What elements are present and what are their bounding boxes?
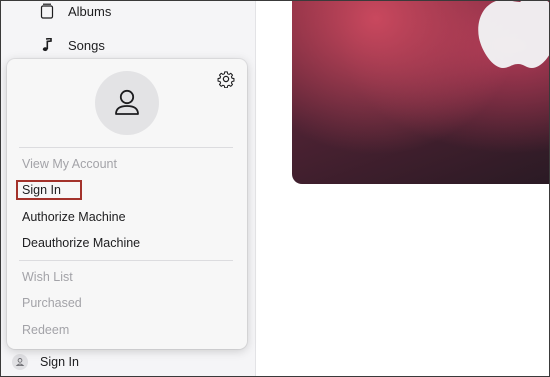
menu-item-deauthorize-machine[interactable]: Deauthorize Machine <box>22 234 140 252</box>
music-note-icon <box>36 38 58 52</box>
menu-item-redeem[interactable]: Redeem <box>22 321 69 339</box>
account-popover: View My Account Sign In Authorize Machin… <box>7 59 247 349</box>
sidebar-item-songs[interactable]: Songs <box>36 34 105 56</box>
hero-banner[interactable] <box>292 0 550 184</box>
divider <box>19 260 233 261</box>
menu-item-view-my-account[interactable]: View My Account <box>22 155 117 173</box>
sign-in-label: Sign In <box>40 355 79 369</box>
menu-item-wish-list[interactable]: Wish List <box>22 268 73 286</box>
main-content <box>257 0 550 377</box>
sidebar-item-label: Songs <box>68 37 105 53</box>
person-icon <box>12 354 28 370</box>
menu-item-authorize-machine[interactable]: Authorize Machine <box>22 208 126 226</box>
person-icon <box>115 89 139 115</box>
gear-icon[interactable] <box>217 70 235 89</box>
sign-in-highlight <box>16 180 82 200</box>
avatar <box>95 71 159 135</box>
album-icon <box>36 3 58 19</box>
sidebar-item-label: Albums <box>68 3 112 19</box>
menu-item-purchased[interactable]: Purchased <box>22 294 82 312</box>
apple-logo <box>478 0 550 68</box>
sign-in-button[interactable]: Sign In <box>0 347 256 377</box>
divider <box>19 147 233 148</box>
sidebar-item-albums[interactable]: Albums <box>36 0 111 22</box>
